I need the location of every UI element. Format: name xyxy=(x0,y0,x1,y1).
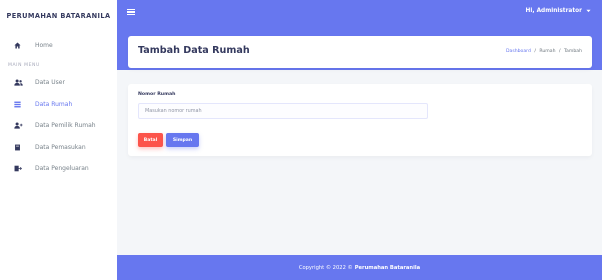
menu-section-header: MAIN MENU xyxy=(8,62,40,68)
sidebar-item-label: Data Pengeluaran xyxy=(35,165,89,173)
sidebar-item-label: Data Rumah xyxy=(35,100,73,108)
section-header: Tambah Data Rumah Dashboard / Rumah / Ta… xyxy=(128,36,592,68)
footer: Copyright © 2022 © Perumahan Bataranila xyxy=(117,255,602,280)
breadcrumb-current: Tambah xyxy=(564,49,582,54)
sidebar-item-label: Data Pemilik Rumah xyxy=(35,122,96,130)
nomor-rumah-input[interactable] xyxy=(138,103,428,119)
footer-copyright: Copyright © 2022 © xyxy=(298,264,353,271)
sidebar: PERUMAHAN BATARANILA Home MAIN MENU Data… xyxy=(0,0,117,280)
sidebar-item-data-pemasukan[interactable]: Data Pemasukan xyxy=(0,137,117,159)
user-dropdown[interactable]: Hi, Administrator xyxy=(526,8,591,14)
sidebar-item-data-pengeluaran[interactable]: Data Pengeluaran xyxy=(0,158,117,180)
nomor-rumah-label: Nomor Rumah xyxy=(138,92,176,97)
export-icon xyxy=(14,165,28,172)
sidebar-brand[interactable]: PERUMAHAN BATARANILA xyxy=(0,0,117,32)
sidebar-item-data-pemilik-rumah[interactable]: Data Pemilik Rumah xyxy=(0,115,117,137)
caret-down-icon xyxy=(584,8,591,14)
user-plus-icon xyxy=(14,122,28,129)
sidebar-item-data-rumah[interactable]: Data Rumah xyxy=(0,94,117,116)
cancel-button[interactable]: Batal xyxy=(138,133,163,147)
sidebar-item-label: Home xyxy=(35,41,53,49)
list-icon xyxy=(14,101,28,108)
users-icon xyxy=(14,79,28,86)
home-icon xyxy=(14,42,28,49)
book-icon xyxy=(14,144,28,151)
breadcrumb: Dashboard / Rumah / Tambah xyxy=(506,49,582,54)
breadcrumb-rumah[interactable]: Rumah xyxy=(539,49,555,54)
sidebar-item-label: Data User xyxy=(35,79,65,87)
sidebar-item-label: Data Pemasukan xyxy=(35,143,86,151)
menu-toggle-icon[interactable] xyxy=(127,9,135,16)
breadcrumb-separator: / xyxy=(534,49,536,54)
save-button[interactable]: Simpan xyxy=(166,133,199,147)
footer-owner: Perumahan Bataranila xyxy=(354,264,421,271)
sidebar-item-home[interactable]: Home xyxy=(0,32,117,58)
breadcrumb-dashboard[interactable]: Dashboard xyxy=(506,49,531,54)
user-greeting: Hi, Administrator xyxy=(525,8,582,14)
breadcrumb-separator: / xyxy=(558,49,561,54)
page-title: Tambah Data Rumah xyxy=(138,45,250,56)
sidebar-item-data-user[interactable]: Data User xyxy=(0,72,117,94)
